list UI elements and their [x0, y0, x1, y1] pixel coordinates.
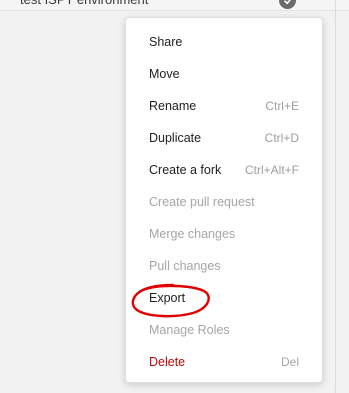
menu-item-label: Merge changes [149, 227, 236, 241]
check-circle-icon [279, 0, 296, 9]
menu-item-manage-roles: Manage Roles [126, 314, 322, 346]
menu-item-shortcut: Ctrl+D [264, 131, 299, 145]
menu-item-shortcut: Ctrl+E [265, 99, 299, 113]
menu-item-delete[interactable]: Delete Del [126, 346, 322, 378]
menu-item-label: Pull changes [149, 259, 221, 273]
menu-item-label: Delete [149, 355, 186, 369]
environment-row[interactable]: test ISPT environment ••• [0, 0, 349, 11]
menu-item-label: Export [149, 291, 186, 305]
menu-item-pull-changes: Pull changes [126, 250, 322, 282]
menu-item-label: Move [149, 67, 180, 81]
menu-item-shortcut: Ctrl+Alt+F [244, 163, 299, 177]
menu-item-label: Duplicate [149, 131, 202, 145]
menu-item-shortcut: Del [280, 355, 299, 369]
menu-item-label: Share [149, 35, 183, 49]
menu-item-label: Create pull request [149, 195, 255, 209]
menu-item-rename[interactable]: Rename Ctrl+E [126, 90, 322, 122]
menu-item-duplicate[interactable]: Duplicate Ctrl+D [126, 122, 322, 154]
menu-item-move[interactable]: Move [126, 58, 322, 90]
environment-name: test ISPT environment [20, 0, 148, 10]
more-options-icon[interactable]: ••• [304, 0, 318, 4]
menu-item-share[interactable]: Share [126, 26, 322, 58]
menu-item-create-fork[interactable]: Create a fork Ctrl+Alt+F [126, 154, 322, 186]
menu-item-label: Create a fork [149, 163, 222, 177]
menu-item-label: Manage Roles [149, 323, 230, 337]
menu-item-export[interactable]: Export [126, 282, 322, 314]
menu-item-create-pull-request: Create pull request [126, 186, 322, 218]
menu-item-label: Rename [149, 99, 197, 113]
context-menu: Share Move Rename Ctrl+E Duplicate Ctrl+… [125, 17, 323, 383]
menu-item-merge-changes: Merge changes [126, 218, 322, 250]
panel-divider [335, 0, 336, 393]
